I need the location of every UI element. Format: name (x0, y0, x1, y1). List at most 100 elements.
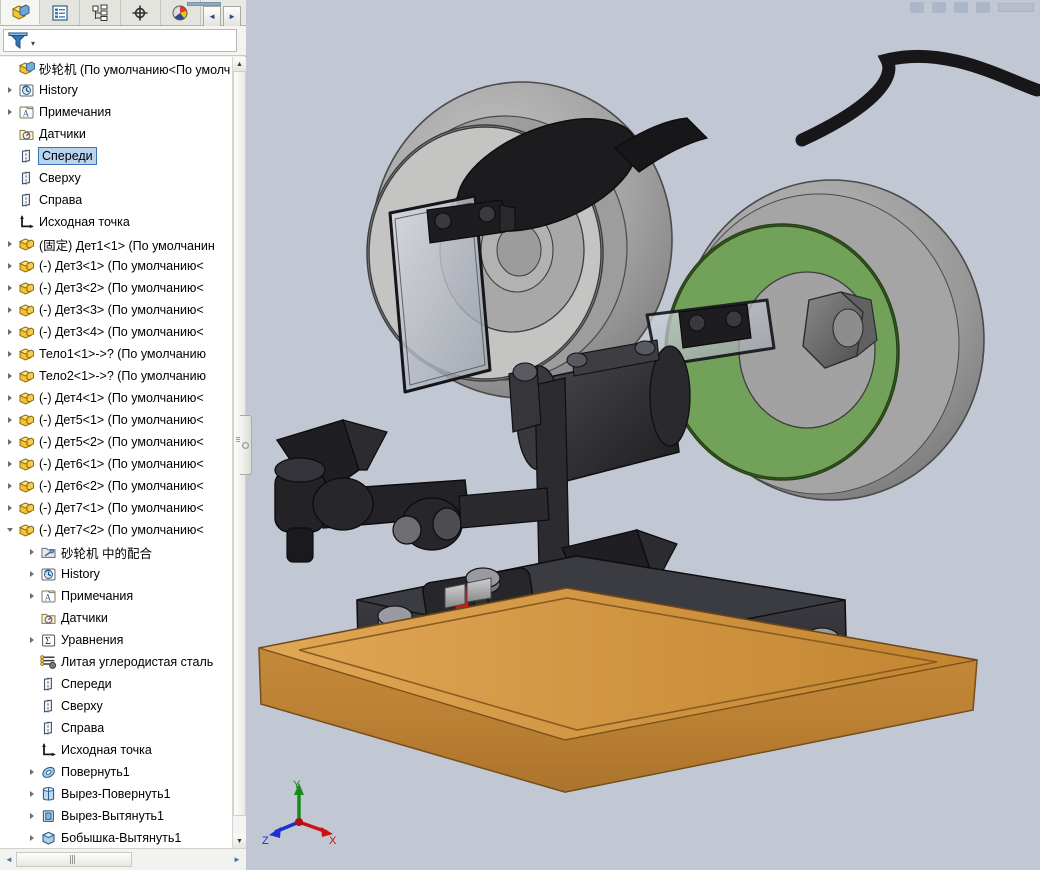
tree-item[interactable]: Тело1<1>->? (По умолчанию (0, 343, 232, 365)
tree-item[interactable]: Сверху (0, 167, 232, 189)
chevron-right-icon[interactable] (26, 767, 37, 778)
component-icon (18, 412, 35, 428)
tab-next-button[interactable]: ► (223, 6, 241, 28)
bench-grinder-model[interactable] (247, 0, 1040, 870)
chevron-right-icon[interactable] (4, 85, 15, 96)
tree-item[interactable]: 砂轮机 (По умолчанию<По умолч (0, 57, 232, 79)
tree-scroll-down-button[interactable]: ▼ (233, 834, 246, 848)
tree-item[interactable]: (-) Дет6<1> (По умолчанию< (0, 453, 232, 475)
material-icon-slot (39, 654, 57, 670)
tree-item[interactable]: Вырез-Повернуть1 (0, 783, 232, 805)
chevron-right-icon[interactable] (26, 811, 37, 822)
tree-item[interactable]: (-) Дет5<2> (По умолчанию< (0, 431, 232, 453)
component-icon-slot (17, 346, 35, 362)
tree-item[interactable]: History (0, 563, 232, 585)
chevron-right-icon[interactable] (4, 393, 15, 404)
triad-x-label: X (329, 835, 337, 847)
tree-scroll-left-button[interactable]: ◄ (2, 852, 16, 867)
chevron-right-icon[interactable] (26, 569, 37, 580)
chevron-right-icon[interactable] (4, 305, 15, 316)
chevron-right-icon[interactable] (4, 437, 15, 448)
tree-item[interactable]: Сверху (0, 695, 232, 717)
chevron-right-icon[interactable] (4, 327, 15, 338)
chevron-right-icon[interactable] (4, 481, 15, 492)
component-icon-slot (17, 236, 35, 252)
tree-item[interactable]: (-) Дет3<1> (По умолчанию< (0, 255, 232, 277)
tree-horizontal-scroll-thumb[interactable] (16, 852, 132, 867)
tree-item[interactable]: Датчики (0, 607, 232, 629)
chevron-right-icon[interactable] (4, 459, 15, 470)
chevron-down-icon[interactable] (4, 525, 15, 536)
tree-spacer (4, 129, 15, 140)
plane-icon-slot (39, 698, 57, 714)
tree-scroll-up-button[interactable]: ▲ (233, 57, 246, 71)
tree-item[interactable]: AПримечания (0, 101, 232, 123)
chevron-right-icon[interactable] (4, 283, 15, 294)
tree-item[interactable]: (-) Дет5<1> (По умолчанию< (0, 409, 232, 431)
component-icon-slot (17, 302, 35, 318)
tree-item[interactable]: Датчики (0, 123, 232, 145)
history-icon-slot (39, 566, 57, 582)
filter-input-box[interactable]: ▾ (3, 29, 237, 52)
chevron-right-icon[interactable] (26, 789, 37, 800)
tree-item[interactable]: (-) Дет3<3> (По умолчанию< (0, 299, 232, 321)
component-icon (18, 522, 35, 538)
tree-item[interactable]: Справа (0, 717, 232, 739)
tab-prev-button[interactable]: ◄ (203, 6, 221, 28)
tree-item[interactable]: Исходная точка (0, 739, 232, 761)
annotations-icon-slot: A (39, 588, 57, 604)
graphics-viewport[interactable]: X Y Z (247, 0, 1040, 870)
tree-item[interactable]: ΣУравнения (0, 629, 232, 651)
tree-item[interactable]: Спереди (0, 673, 232, 695)
feature-tree[interactable]: 砂轮机 (По умолчанию<По умолчHistoryAПримеч… (0, 57, 232, 848)
tree-horizontal-scrollbar[interactable]: ◄ ► (0, 848, 246, 870)
tree-item[interactable]: Вырез-Вытянуть1 (0, 805, 232, 827)
tree-item-label: (-) Дет5<1> (По умолчанию< (39, 413, 204, 427)
chevron-right-icon[interactable] (26, 833, 37, 844)
chevron-right-icon[interactable] (26, 591, 37, 602)
hscroll-thumb-grip (70, 855, 79, 864)
chevron-right-icon[interactable] (4, 371, 15, 382)
tree-item[interactable]: Тело2<1>->? (По умолчанию (0, 365, 232, 387)
property-manager-tab[interactable] (40, 0, 80, 25)
panel-splitter-handle[interactable] (240, 415, 252, 475)
tree-spacer (26, 745, 37, 756)
tree-item[interactable]: (固定) Дет1<1> (По умолчанин (0, 233, 232, 255)
plane-icon-slot (17, 170, 35, 186)
tree-item[interactable]: 砂轮机 中的配合 (0, 541, 232, 563)
tree-item[interactable]: Литая углеродистая сталь (0, 651, 232, 673)
tree-item-label: History (39, 83, 78, 97)
tree-spacer (26, 679, 37, 690)
tree-item-label: Датчики (39, 127, 86, 141)
chevron-right-icon[interactable] (4, 503, 15, 514)
chevron-right-icon[interactable] (4, 107, 15, 118)
tree-item[interactable]: (-) Дет6<2> (По умолчанию< (0, 475, 232, 497)
tree-item[interactable]: Спереди (0, 145, 232, 167)
tree-item[interactable]: (-) Дет3<2> (По умолчанию< (0, 277, 232, 299)
filter-input[interactable] (35, 33, 236, 49)
chevron-right-icon[interactable] (4, 349, 15, 360)
dimxpert-manager-tab[interactable] (121, 0, 161, 25)
component-icon-slot (17, 456, 35, 472)
chevron-right-icon[interactable] (26, 635, 37, 646)
tree-item[interactable]: Исходная точка (0, 211, 232, 233)
tree-item[interactable]: AПримечания (0, 585, 232, 607)
tree-item[interactable]: Бобышка-Вытянуть1 (0, 827, 232, 848)
tree-item[interactable]: Справа (0, 189, 232, 211)
sensors-icon-slot (17, 126, 35, 142)
chevron-right-icon[interactable] (26, 547, 37, 558)
chevron-right-icon[interactable] (4, 261, 15, 272)
tree-item[interactable]: (-) Дет3<4> (По умолчанию< (0, 321, 232, 343)
tree-item[interactable]: (-) Дет7<2> (По умолчанию< (0, 519, 232, 541)
tree-item[interactable]: History (0, 79, 232, 101)
crosshair-target-icon (131, 4, 149, 22)
configuration-manager-tab[interactable] (80, 0, 120, 25)
tree-scroll-right-button[interactable]: ► (230, 852, 244, 867)
feature-manager-tab[interactable] (0, 0, 40, 25)
chevron-right-icon[interactable] (4, 239, 15, 250)
tree-item[interactable]: Повернуть1 (0, 761, 232, 783)
cut-revolve-icon (40, 786, 57, 802)
tree-item[interactable]: (-) Дет4<1> (По умолчанию< (0, 387, 232, 409)
chevron-right-icon[interactable] (4, 415, 15, 426)
tree-item[interactable]: (-) Дет7<1> (По умолчанию< (0, 497, 232, 519)
